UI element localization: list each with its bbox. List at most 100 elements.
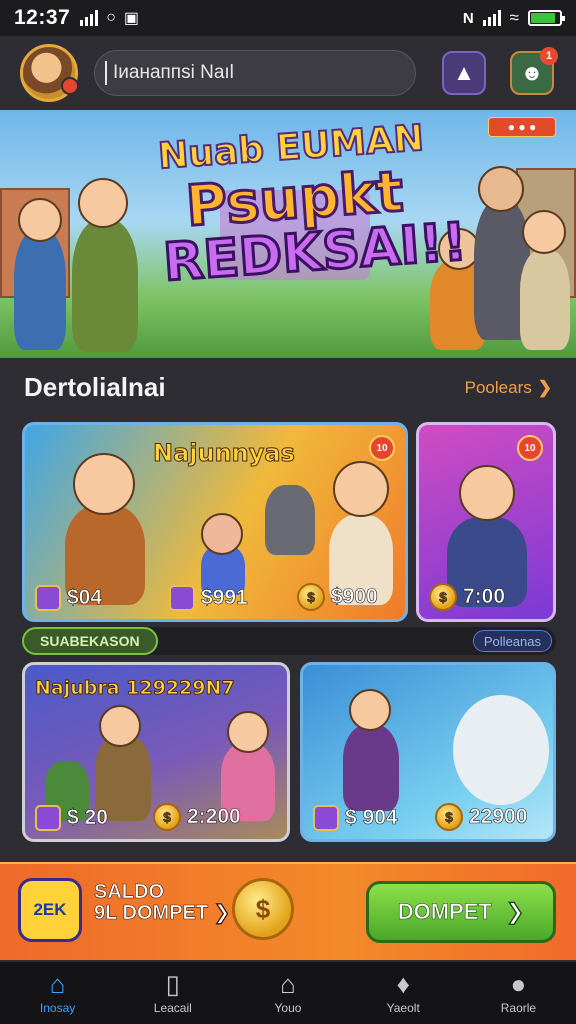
nav-item-games[interactable]: ● Raorle [461,962,576,1024]
wallet-banner: 2EK SALDO 9L DOMPET ❯ $ DOMPET ❯ [0,862,576,960]
character-head [73,453,135,515]
card-badge: 10 [517,435,543,461]
card-price-value: $ 904 [345,806,398,830]
character-runner [343,725,399,811]
character-head [333,461,389,517]
vpn-icon: ○ [106,9,116,26]
game-card[interactable]: Najubra 129229N7 $ 20 $ 2:200 [22,662,290,842]
see-all-label: Poolears [464,378,532,397]
coin-icon: $ [297,583,325,611]
app-screen: 12:37 ○ ▣ N ≈ Iианаппsi Naıl ▲ ☻ 1 Nuab … [0,0,576,1024]
home-icon: ⌂ [49,969,66,999]
gem-icon [35,585,61,611]
ghost-icon: ▲ [453,60,475,85]
bottom-nav: ⌂ Inosay ▯ Leacail ⌂ Youo ♦ Yaeolt ● Rao… [0,962,576,1024]
character-kid [520,250,570,350]
image-icon: ▣ [123,10,140,27]
status-time: 12:37 [14,6,71,29]
character-head [201,513,243,555]
nav-label: Inosay [39,1001,76,1015]
character-head [349,689,391,731]
game-card[interactable]: Najunnyas 10 $04 $991 $ $900 [22,422,408,622]
gem-icon [313,805,339,831]
card-price: $ $900 [297,583,378,611]
card-price-value: $991 [201,586,248,610]
nav-label: Raorle [500,1001,537,1015]
chevron-right-icon: ❯ [213,902,231,924]
card-price: $ 904 [313,805,398,831]
battery-icon [528,10,565,26]
wallet-button[interactable]: DOMPET ❯ [366,881,556,943]
banner-tag: ● ● ● [488,117,556,137]
sub-section-bar: SUABEKASON Polleanas [22,627,556,655]
character-head [78,178,128,228]
search-input[interactable]: Iианаппsi Naıl [94,50,416,96]
nfc-icon: N [462,9,474,27]
subsection-link[interactable]: Polleanas [472,630,552,652]
status-bar: 12:37 ○ ▣ N ≈ [0,0,576,36]
card-price: $ 2:200 [153,803,241,831]
text-cursor [105,61,107,85]
section-see-all-link[interactable]: Poolears ❯ [465,378,552,398]
card-title: Najunnyas [153,439,296,468]
top-header: Iианаппsi Naıl ▲ ☻ 1 [0,36,576,110]
card-price: $ 20 [35,805,108,831]
character-icon: ☻ [520,60,544,85]
coin-icon: $ [429,583,457,611]
card-price-value: 7:00 [463,585,506,609]
card-title: Najubra 129229N7 [35,677,236,700]
wallet-label-line2: 9L DOMPET ❯ [94,902,231,924]
coin-icon: $ [153,803,181,831]
avatar[interactable] [20,44,79,102]
wifi-icon: ≈ [509,8,519,27]
nav-item-tag[interactable]: ♦ Yaeolt [346,962,461,1024]
gem-icon [35,805,61,831]
character-girl [14,230,66,350]
game-card[interactable]: $ 904 $ 22900 [300,662,556,842]
notification-badge: 1 [540,47,558,65]
signal-icon [482,10,501,26]
app-logo: 2EK [18,878,82,942]
gem-icon [169,585,195,611]
nav-label: Youo [274,1001,302,1015]
character-head [227,711,269,753]
promo-banner[interactable]: Nuab EUMAN Psupkt REDKSAI!! ● ● ● [0,110,576,358]
nav-label: Leacail [153,1001,192,1015]
card-price-value: 22900 [469,805,528,829]
card-price-value: $ 20 [67,806,108,830]
profile-button[interactable]: ☻ 1 [510,47,558,95]
character-head [99,705,141,747]
card-price-value: $900 [331,585,378,609]
card-price-value: 2:200 [187,805,241,829]
subsection-pill[interactable]: SUABEKASON [22,627,158,655]
battery-fill [531,13,555,23]
wallet-label-text: 9L DOMPET [94,902,209,924]
gamepad-icon: ● [510,969,527,999]
section-title: Dertolialnai [24,372,166,402]
card-price: $04 [35,585,102,611]
character-head [18,198,62,242]
character-boy [72,220,138,352]
tag-icon: ♦ [396,969,410,999]
chevron-right-icon: ❯ [505,899,525,925]
nav-item-wallet[interactable]: ▯ Leacail [115,962,230,1024]
creature [453,695,549,805]
card-price: $ 22900 [435,803,528,831]
banner-title: Nuab EUMAN Psupkt REDKSAI!! [155,117,470,295]
character-head [522,210,566,254]
nav-item-house[interactable]: ⌂ Youo [230,962,345,1024]
signal-icon [80,10,99,26]
avatar-badge [61,77,79,95]
nav-item-home[interactable]: ⌂ Inosay [0,962,115,1024]
search-text: Iианаппsi Naıl [113,62,234,83]
coin-icon: $ [435,803,463,831]
game-card[interactable]: 10 $ 7:00 [416,422,556,622]
character-cap [265,485,315,555]
wallet-label: SALDO 9L DOMPET ❯ [94,881,231,924]
card-price: $991 [169,585,248,611]
wallet-label-line1: SALDO [94,881,165,903]
mystery-button[interactable]: ▲ [442,51,486,95]
character-head [459,465,515,521]
card-price-value: $04 [67,586,103,610]
character-head [478,166,524,212]
